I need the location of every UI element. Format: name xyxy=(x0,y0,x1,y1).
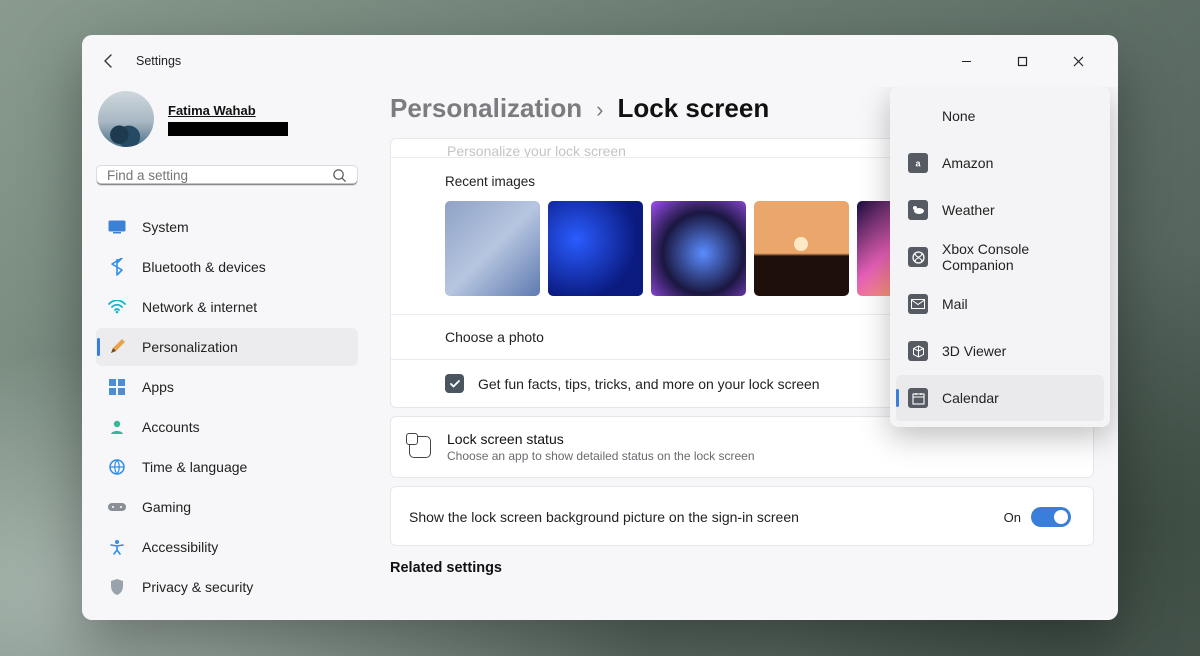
sidebar-item-label: System xyxy=(142,219,189,235)
weather-icon xyxy=(908,200,928,220)
sidebar-search[interactable] xyxy=(96,165,358,186)
signin-background-panel: Show the lock screen background picture … xyxy=(390,486,1094,546)
sidebar-item-system[interactable]: System xyxy=(96,208,358,246)
menu-item-label: 3D Viewer xyxy=(942,343,1006,359)
accessibility-icon xyxy=(108,538,126,556)
menu-item-label: None xyxy=(942,108,975,124)
sidebar-item-time-language[interactable]: Time & language xyxy=(96,448,358,486)
paintbrush-icon xyxy=(108,338,126,356)
calendar-icon xyxy=(908,388,928,408)
menu-item-mail[interactable]: Mail xyxy=(896,281,1104,327)
profile-email-redacted xyxy=(168,122,288,136)
sidebar-item-label: Accessibility xyxy=(142,539,218,555)
breadcrumb-current: Lock screen xyxy=(617,93,769,124)
status-heading: Lock screen status xyxy=(447,431,755,447)
recent-image-thumb[interactable] xyxy=(651,201,746,296)
status-app-menu[interactable]: None a Amazon Weather Xbox Console Compa… xyxy=(890,87,1110,427)
menu-item-weather[interactable]: Weather xyxy=(896,187,1104,233)
signin-background-toggle[interactable] xyxy=(1031,507,1071,527)
sidebar-item-accounts[interactable]: Accounts xyxy=(96,408,358,446)
sidebar-item-network[interactable]: Network & internet xyxy=(96,288,358,326)
globe-icon xyxy=(108,458,126,476)
sidebar-item-accessibility[interactable]: Accessibility xyxy=(96,528,358,566)
content-area: Personalization › Lock screen Personaliz… xyxy=(372,87,1118,620)
menu-item-3dviewer[interactable]: 3D Viewer xyxy=(896,328,1104,374)
menu-item-calendar[interactable]: Calendar xyxy=(896,375,1104,421)
sidebar-item-apps[interactable]: Apps xyxy=(96,368,358,406)
sidebar-item-gaming[interactable]: Gaming xyxy=(96,488,358,526)
sidebar-item-label: Time & language xyxy=(142,459,247,475)
gamepad-icon xyxy=(108,498,126,516)
sidebar-nav: System Bluetooth & devices Network & int… xyxy=(96,208,358,606)
system-icon xyxy=(108,218,126,236)
menu-item-none[interactable]: None xyxy=(896,93,1104,139)
bluetooth-icon xyxy=(108,258,126,276)
search-input[interactable] xyxy=(107,168,332,183)
menu-item-label: Mail xyxy=(942,296,968,312)
toggle-state-text: On xyxy=(1004,510,1021,525)
settings-window: Settings Fatima Wahab xyxy=(82,35,1118,620)
blank-icon xyxy=(908,106,928,126)
status-sub: Choose an app to show detailed status on… xyxy=(447,449,755,463)
recent-image-thumb[interactable] xyxy=(754,201,849,296)
fun-facts-checkbox[interactable] xyxy=(445,374,464,393)
shield-icon xyxy=(108,578,126,596)
fun-facts-label: Get fun facts, tips, tricks, and more on… xyxy=(478,376,820,392)
back-button[interactable] xyxy=(100,52,118,70)
close-button[interactable] xyxy=(1056,46,1100,76)
sidebar-item-label: Network & internet xyxy=(142,299,257,315)
sidebar-item-label: Privacy & security xyxy=(142,579,253,595)
maximize-button[interactable] xyxy=(1000,46,1044,76)
recent-image-thumb[interactable] xyxy=(445,201,540,296)
sidebar-item-personalization[interactable]: Personalization xyxy=(96,328,358,366)
minimize-button[interactable] xyxy=(944,46,988,76)
window-title: Settings xyxy=(136,54,181,68)
sidebar-item-bluetooth[interactable]: Bluetooth & devices xyxy=(96,248,358,286)
recent-image-thumb[interactable] xyxy=(548,201,643,296)
amazon-icon: a xyxy=(908,153,928,173)
status-icon xyxy=(409,436,431,458)
profile-name: Fatima Wahab xyxy=(168,103,288,118)
mail-icon xyxy=(908,294,928,314)
apps-icon xyxy=(108,378,126,396)
search-icon xyxy=(332,168,347,183)
sidebar-item-label: Apps xyxy=(142,379,174,395)
breadcrumb-parent[interactable]: Personalization xyxy=(390,93,582,124)
sidebar: Fatima Wahab System Bluetooth & devices xyxy=(82,87,372,620)
title-bar: Settings xyxy=(82,35,1118,87)
wifi-icon xyxy=(108,298,126,316)
menu-item-xbox[interactable]: Xbox Console Companion xyxy=(896,234,1104,280)
svg-text:a: a xyxy=(915,159,921,169)
choose-photo-label: Choose a photo xyxy=(445,329,544,345)
menu-item-label: Calendar xyxy=(942,390,999,406)
menu-item-label: Amazon xyxy=(942,155,993,171)
toggle-label: Show the lock screen background picture … xyxy=(409,509,799,525)
avatar xyxy=(98,91,154,147)
sidebar-item-label: Gaming xyxy=(142,499,191,515)
sidebar-item-label: Personalization xyxy=(142,339,238,355)
menu-item-amazon[interactable]: a Amazon xyxy=(896,140,1104,186)
sidebar-item-label: Accounts xyxy=(142,419,200,435)
menu-item-label: Weather xyxy=(942,202,995,218)
sidebar-item-label: Bluetooth & devices xyxy=(142,259,266,275)
sidebar-item-privacy[interactable]: Privacy & security xyxy=(96,568,358,606)
profile-block[interactable]: Fatima Wahab xyxy=(98,91,358,147)
xbox-icon xyxy=(908,247,928,267)
cube-icon xyxy=(908,341,928,361)
person-icon xyxy=(108,418,126,436)
menu-item-label: Xbox Console Companion xyxy=(942,241,1092,273)
chevron-right-icon: › xyxy=(596,97,603,123)
related-settings-heading: Related settings xyxy=(390,560,1094,576)
